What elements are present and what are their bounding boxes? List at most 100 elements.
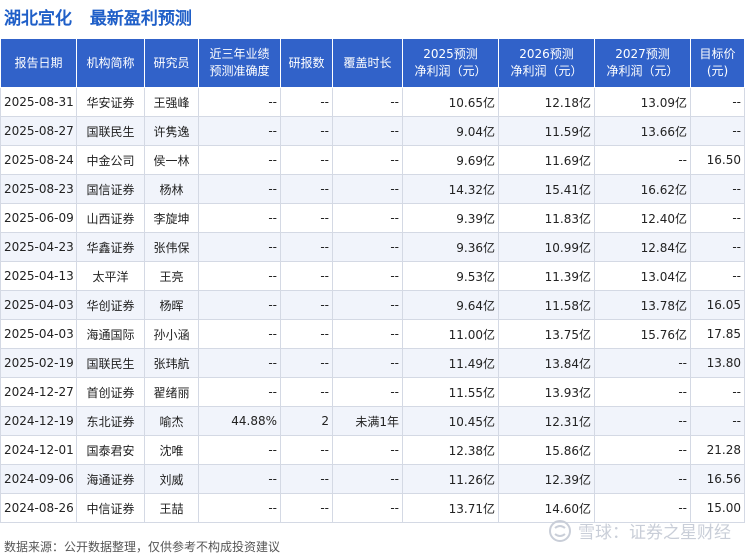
- report-date-cell: 2024-12-01: [0, 435, 77, 465]
- forecast-2025-cell: 13.71亿: [402, 493, 499, 523]
- analyst-cell: 王亮: [144, 261, 199, 291]
- accuracy-cell: --: [198, 203, 281, 233]
- forecast-2026-cell: 13.75亿: [498, 319, 595, 349]
- coverage-duration-cell: --: [332, 145, 403, 175]
- coverage-duration-cell: --: [332, 87, 403, 117]
- analyst-cell: 杨林: [144, 174, 199, 204]
- column-header[interactable]: 报告日期: [0, 38, 77, 88]
- column-header[interactable]: 研报数: [280, 38, 333, 88]
- table-row: 2025-08-27 国联民生 许隽逸 -- -- -- 9.04亿 11.59亿 13.66亿…: [0, 116, 745, 146]
- accuracy-cell: --: [198, 493, 281, 523]
- report-count-cell: --: [280, 464, 333, 494]
- coverage-duration-cell: --: [332, 464, 403, 494]
- report-count-cell: --: [280, 203, 333, 233]
- brand-watermark: 雪球：证券之星财经: [548, 518, 731, 543]
- column-header[interactable]: 2025预测 净利润（元）: [402, 38, 499, 88]
- target-price-cell: 16.56: [690, 464, 745, 494]
- table-body: 2025-08-31 华安证券 王强峰 -- -- -- 10.65亿 12.18亿 13.09…: [0, 87, 745, 523]
- table-row: 2025-04-23 华鑫证券 张伟保 -- -- -- 9.36亿 10.99亿 12.84亿…: [0, 232, 745, 262]
- coverage-duration-cell: --: [332, 290, 403, 320]
- forecast-2025-cell: 9.36亿: [402, 232, 499, 262]
- analyst-cell: 杨晖: [144, 290, 199, 320]
- accuracy-cell: --: [198, 116, 281, 146]
- forecast-2026-cell: 11.58亿: [498, 290, 595, 320]
- analyst-cell: 侯一林: [144, 145, 199, 175]
- analyst-cell: 张玮航: [144, 348, 199, 378]
- report-count-cell: --: [280, 174, 333, 204]
- forecast-2026-cell: 12.18亿: [498, 87, 595, 117]
- accuracy-cell: --: [198, 87, 281, 117]
- target-price-cell: 16.50: [690, 145, 745, 175]
- forecast-2027-cell: --: [594, 464, 691, 494]
- accuracy-cell: 44.88%: [198, 406, 281, 436]
- page-title: 湖北宜化 最新盈利预测: [4, 4, 204, 29]
- coverage-duration-cell: --: [332, 261, 403, 291]
- column-header[interactable]: 覆盖时长: [332, 38, 403, 88]
- coverage-duration-cell: --: [332, 232, 403, 262]
- accuracy-cell: --: [198, 435, 281, 465]
- institution-cell: 中金公司: [76, 145, 145, 175]
- report-date-cell: 2025-08-24: [0, 145, 77, 175]
- target-price-cell: 13.80: [690, 348, 745, 378]
- analyst-cell: 王喆: [144, 493, 199, 523]
- target-price-cell: --: [690, 232, 745, 262]
- report-count-cell: --: [280, 290, 333, 320]
- forecast-2027-cell: 13.78亿: [594, 290, 691, 320]
- column-header[interactable]: 近三年业绩 预测准确度: [198, 38, 281, 88]
- accuracy-cell: --: [198, 290, 281, 320]
- forecast-2026-cell: 13.93亿: [498, 377, 595, 407]
- forecast-2027-cell: 12.40亿: [594, 203, 691, 233]
- target-price-cell: 21.28: [690, 435, 745, 465]
- forecast-2025-cell: 9.04亿: [402, 116, 499, 146]
- analyst-cell: 翟绪丽: [144, 377, 199, 407]
- institution-cell: 海通国际: [76, 319, 145, 349]
- report-count-cell: --: [280, 87, 333, 117]
- report-count-cell: --: [280, 493, 333, 523]
- column-header[interactable]: 目标价 (元): [690, 38, 745, 88]
- forecast-2026-cell: 11.83亿: [498, 203, 595, 233]
- forecast-2026-cell: 13.84亿: [498, 348, 595, 378]
- report-date-cell: 2024-08-26: [0, 493, 77, 523]
- coverage-duration-cell: --: [332, 377, 403, 407]
- institution-cell: 国泰君安: [76, 435, 145, 465]
- forecast-2026-cell: 12.39亿: [498, 464, 595, 494]
- table-row: 2025-08-23 国信证券 杨林 -- -- -- 14.32亿 15.41亿 16.62亿…: [0, 174, 745, 204]
- forecast-2025-cell: 9.64亿: [402, 290, 499, 320]
- accuracy-cell: --: [198, 174, 281, 204]
- column-header[interactable]: 研究员: [144, 38, 199, 88]
- forecast-2025-cell: 11.00亿: [402, 319, 499, 349]
- forecast-2025-cell: 11.49亿: [402, 348, 499, 378]
- column-header[interactable]: 2026预测 净利润（元）: [498, 38, 595, 88]
- forecast-2025-cell: 9.39亿: [402, 203, 499, 233]
- column-header[interactable]: 机构简称: [76, 38, 145, 88]
- report-count-cell: 2: [280, 406, 333, 436]
- report-count-cell: --: [280, 348, 333, 378]
- accuracy-cell: --: [198, 348, 281, 378]
- target-price-cell: 17.85: [690, 319, 745, 349]
- forecast-2026-cell: 11.39亿: [498, 261, 595, 291]
- report-date-cell: 2025-06-09: [0, 203, 77, 233]
- report-date-cell: 2025-08-23: [0, 174, 77, 204]
- forecast-2027-cell: --: [594, 377, 691, 407]
- forecast-2027-cell: 16.62亿: [594, 174, 691, 204]
- forecast-2025-cell: 14.32亿: [402, 174, 499, 204]
- institution-cell: 华创证券: [76, 290, 145, 320]
- table-row: 2025-04-03 华创证券 杨晖 -- -- -- 9.64亿 11.58亿 13.78亿 1…: [0, 290, 745, 320]
- target-price-cell: --: [690, 261, 745, 291]
- accuracy-cell: --: [198, 464, 281, 494]
- report-date-cell: 2025-04-13: [0, 261, 77, 291]
- table-header-row: 报告日期 机构简称 研究员 近三年业绩 预测准确度 研报数 覆盖时长 2025预测 净利润（…: [0, 38, 745, 88]
- report-count-cell: --: [280, 377, 333, 407]
- institution-cell: 东北证券: [76, 406, 145, 436]
- forecast-2025-cell: 11.55亿: [402, 377, 499, 407]
- forecast-2027-cell: 13.66亿: [594, 116, 691, 146]
- column-header[interactable]: 2027预测 净利润（元）: [594, 38, 691, 88]
- report-date-cell: 2025-04-03: [0, 290, 77, 320]
- table-row: 2025-08-24 中金公司 侯一林 -- -- -- 9.69亿 11.69亿 -- 16.5…: [0, 145, 745, 175]
- report-date-cell: 2025-08-27: [0, 116, 77, 146]
- accuracy-cell: --: [198, 232, 281, 262]
- analyst-cell: 张伟保: [144, 232, 199, 262]
- forecast-2027-cell: --: [594, 145, 691, 175]
- institution-cell: 国联民生: [76, 116, 145, 146]
- analyst-cell: 王强峰: [144, 87, 199, 117]
